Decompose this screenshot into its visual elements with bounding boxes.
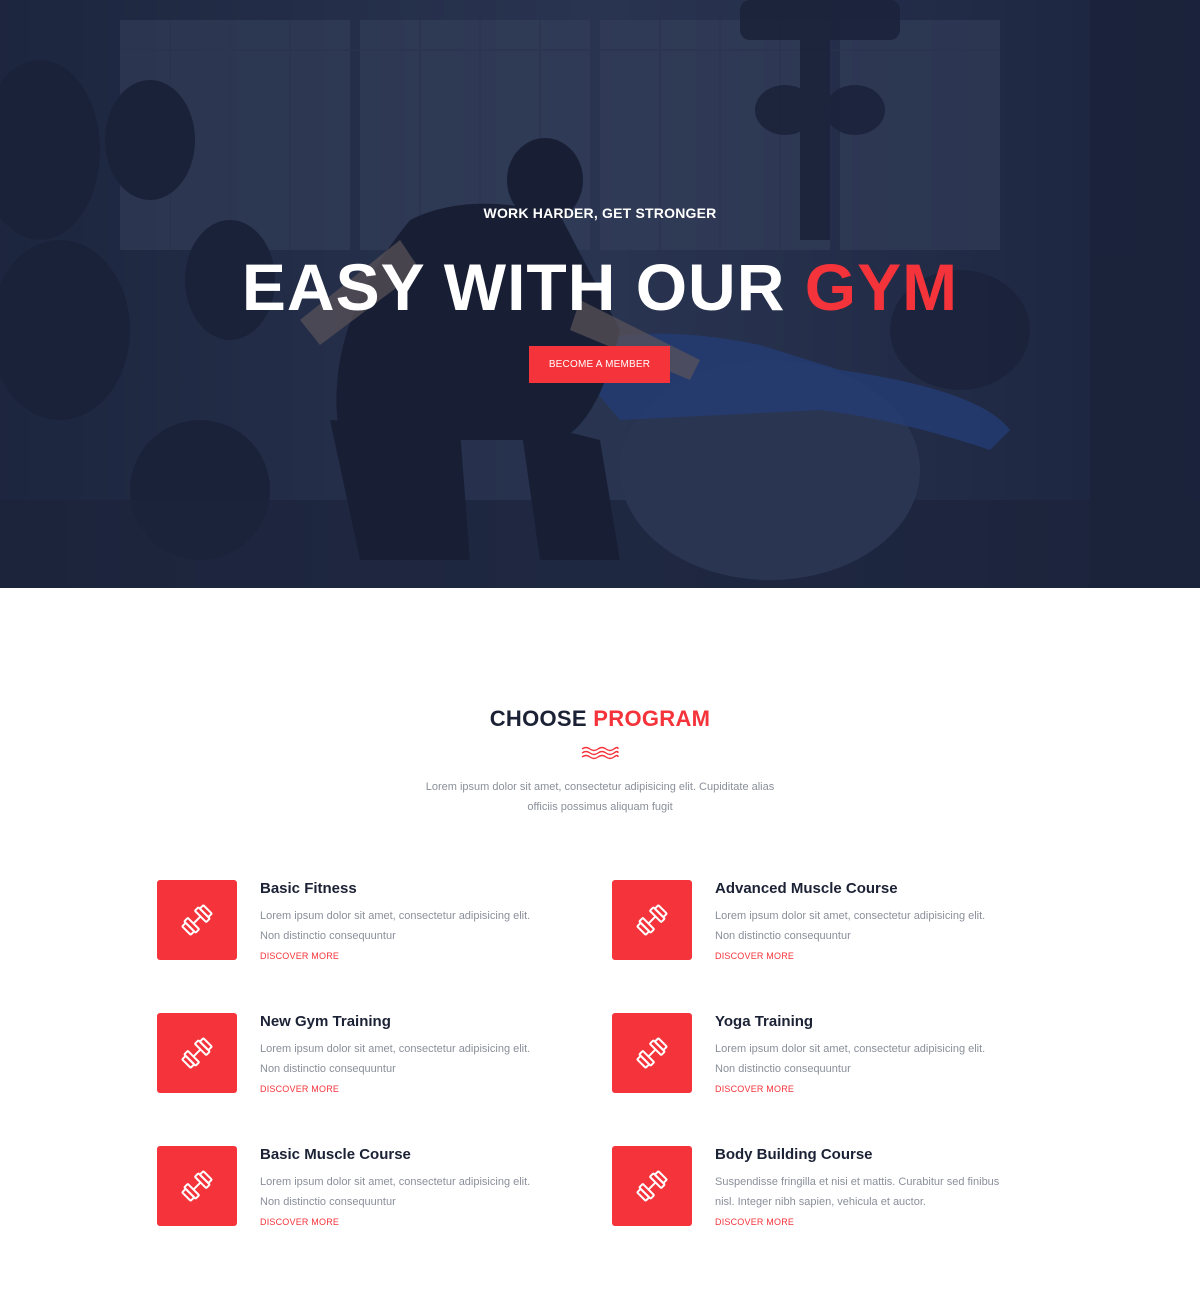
- hero-title: EASY WITH OUR GYM: [0, 252, 1200, 322]
- program-card: Yoga Training Lorem ipsum dolor sit amet…: [612, 1013, 1042, 1103]
- dumbbell-icon: [181, 1170, 213, 1202]
- program-desc-line2: Non distinctio consequuntur: [260, 930, 396, 942]
- program-desc-line1: Lorem ipsum dolor sit amet, consectetur …: [260, 1176, 531, 1188]
- program-icon-box[interactable]: [157, 880, 237, 960]
- discover-more-link[interactable]: DISCOVER MORE: [260, 1084, 339, 1094]
- program-icon-box[interactable]: [157, 1013, 237, 1093]
- program-desc-line1: Lorem ipsum dolor sit amet, consectetur …: [260, 910, 531, 922]
- program-title: Body Building Course: [715, 1146, 873, 1163]
- program-title: Basic Muscle Course: [260, 1146, 411, 1163]
- discover-more-link[interactable]: DISCOVER MORE: [260, 1217, 339, 1227]
- program-card: New Gym Training Lorem ipsum dolor sit a…: [157, 1013, 587, 1103]
- program-card: Body Building Course Suspendisse fringil…: [612, 1146, 1042, 1236]
- program-description: Suspendisse fringilla et nisi et mattis.…: [715, 1172, 1045, 1212]
- program-description: Lorem ipsum dolor sit amet, consectetur …: [715, 1039, 1045, 1079]
- program-desc-line1: Suspendisse fringilla et nisi et mattis.…: [715, 1176, 1000, 1188]
- program-title: Advanced Muscle Course: [715, 880, 898, 897]
- program-description: Lorem ipsum dolor sit amet, consectetur …: [260, 906, 590, 946]
- program-icon-box[interactable]: [612, 880, 692, 960]
- program-title: New Gym Training: [260, 1013, 391, 1030]
- dumbbell-icon: [636, 904, 668, 936]
- program-desc-line2: nisl. Integer nibh sapien, vehicula et a…: [715, 1196, 926, 1208]
- section-title-main: CHOOSE: [489, 706, 594, 731]
- hero-tagline: WORK HARDER, GET STRONGER: [483, 205, 717, 221]
- section-description: Lorem ipsum dolor sit amet, consectetur …: [390, 777, 810, 817]
- become-member-button[interactable]: BECOME A MEMBER: [529, 346, 670, 383]
- program-card: Basic Muscle Course Lorem ipsum dolor si…: [157, 1146, 587, 1236]
- program-card: Advanced Muscle Course Lorem ipsum dolor…: [612, 880, 1042, 970]
- program-desc-line2: Non distinctio consequuntur: [715, 930, 851, 942]
- hero-title-main: EASY WITH OUR: [241, 250, 805, 324]
- program-description: Lorem ipsum dolor sit amet, consectetur …: [715, 906, 1045, 946]
- program-icon-box[interactable]: [612, 1013, 692, 1093]
- dumbbell-icon: [636, 1170, 668, 1202]
- dumbbell-icon: [181, 904, 213, 936]
- program-description: Lorem ipsum dolor sit amet, consectetur …: [260, 1172, 590, 1212]
- program-desc-line1: Lorem ipsum dolor sit amet, consectetur …: [715, 1043, 986, 1055]
- section-description-line1: Lorem ipsum dolor sit amet, consectetur …: [425, 781, 775, 793]
- program-desc-line2: Non distinctio consequuntur: [260, 1063, 396, 1075]
- discover-more-link[interactable]: DISCOVER MORE: [715, 1084, 794, 1094]
- program-icon-box[interactable]: [157, 1146, 237, 1226]
- dumbbell-icon: [181, 1037, 213, 1069]
- program-icon-box[interactable]: [612, 1146, 692, 1226]
- program-title: Yoga Training: [715, 1013, 814, 1030]
- program-title: Basic Fitness: [260, 880, 357, 897]
- discover-more-link[interactable]: DISCOVER MORE: [715, 1217, 794, 1227]
- discover-more-link[interactable]: DISCOVER MORE: [715, 951, 794, 961]
- program-desc-line1: Lorem ipsum dolor sit amet, consectetur …: [715, 910, 986, 922]
- section-title-accent: PROGRAM: [593, 706, 711, 731]
- section-description-line2: officiis possimus aliquam fugit: [527, 801, 673, 813]
- program-description: Lorem ipsum dolor sit amet, consectetur …: [260, 1039, 590, 1079]
- section-title: CHOOSE PROGRAM: [0, 706, 1200, 732]
- program-card: Basic Fitness Lorem ipsum dolor sit amet…: [157, 880, 587, 970]
- program-desc-line2: Non distinctio consequuntur: [260, 1196, 396, 1208]
- wave-divider-icon: [581, 746, 619, 760]
- program-desc-line2: Non distinctio consequuntur: [715, 1063, 851, 1075]
- discover-more-link[interactable]: DISCOVER MORE: [260, 951, 339, 961]
- hero-banner: WORK HARDER, GET STRONGER EASY WITH OUR …: [0, 0, 1200, 588]
- dumbbell-icon: [636, 1037, 668, 1069]
- hero-title-accent: GYM: [804, 250, 959, 324]
- program-desc-line1: Lorem ipsum dolor sit amet, consectetur …: [260, 1043, 531, 1055]
